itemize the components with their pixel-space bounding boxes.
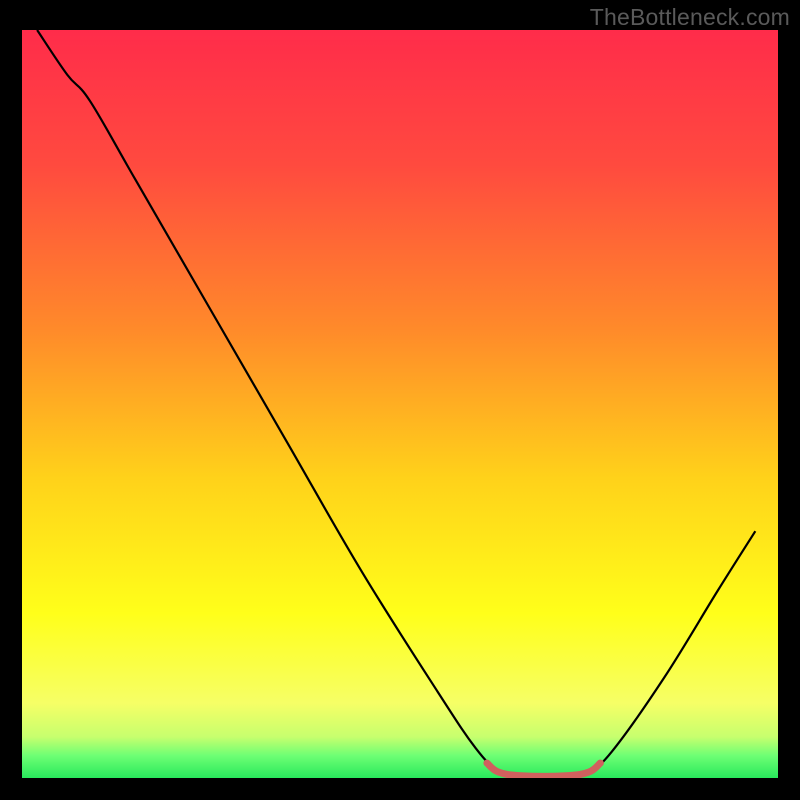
watermark-text: TheBottleneck.com	[590, 4, 790, 31]
chart-stage: TheBottleneck.com	[0, 0, 800, 800]
bottleneck-chart	[0, 0, 800, 800]
